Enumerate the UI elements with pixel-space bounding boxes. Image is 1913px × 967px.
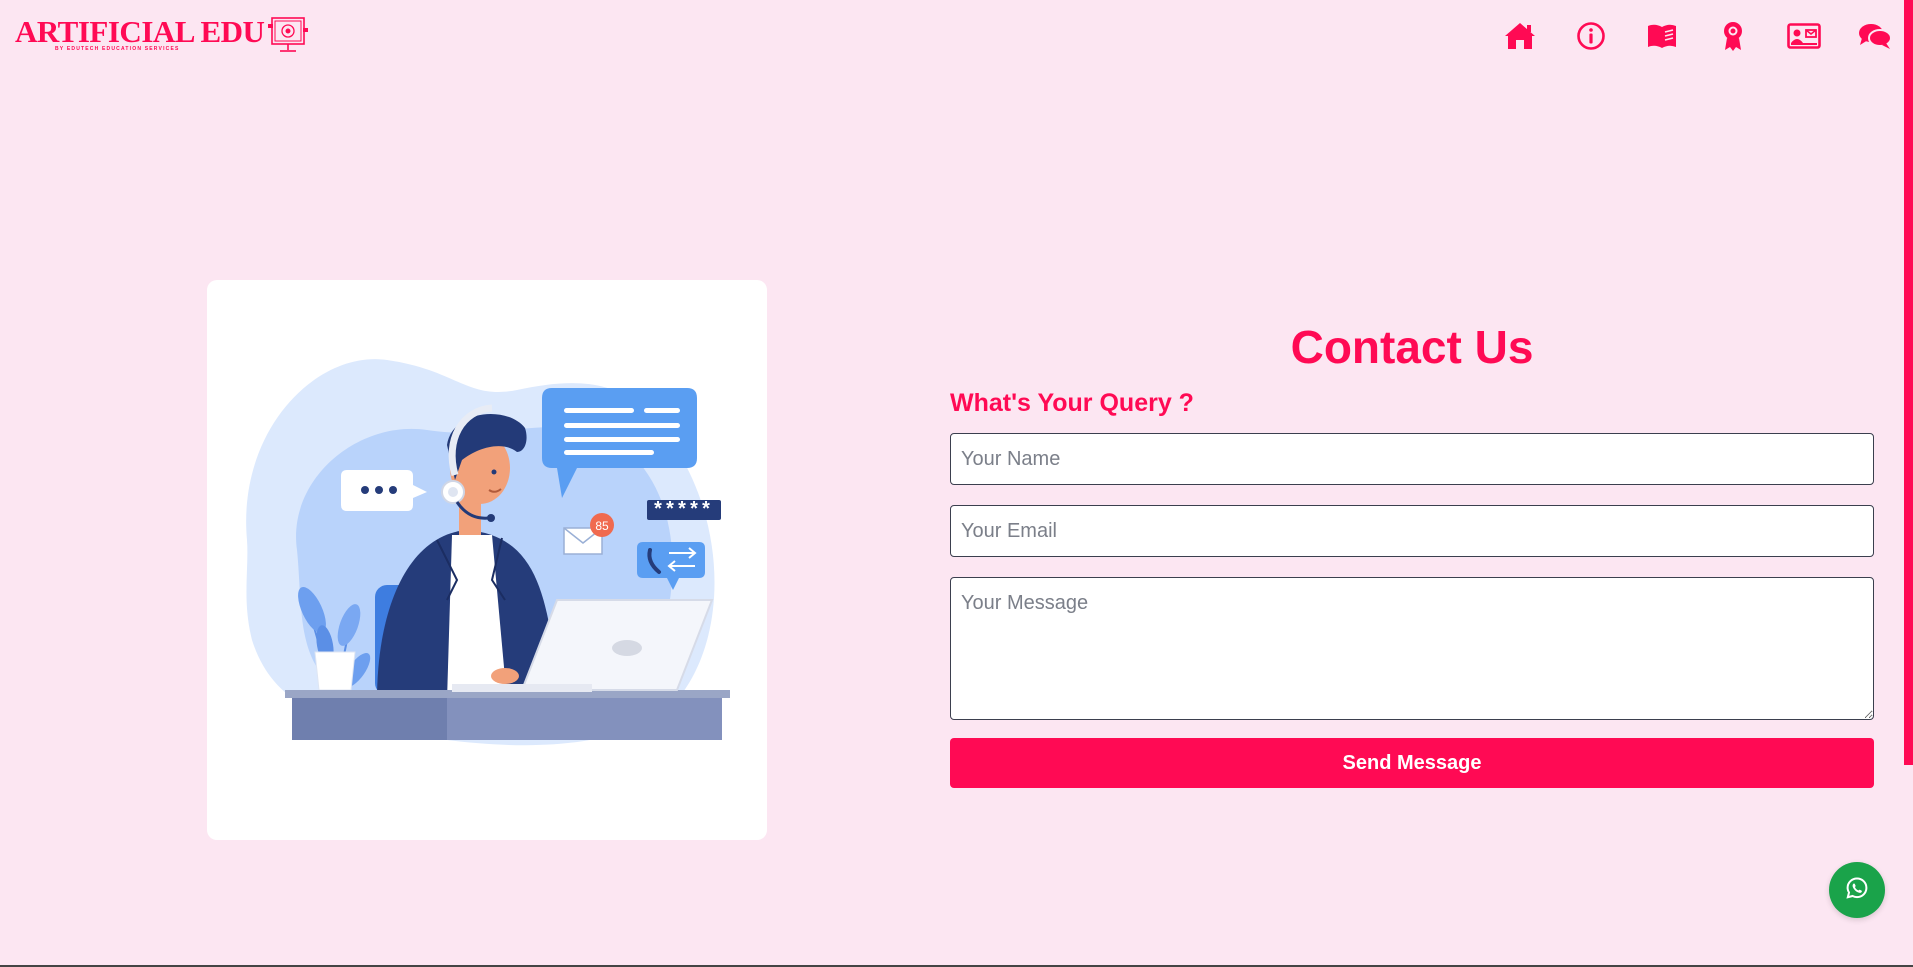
award-icon [1722,20,1744,52]
email-badge-count: 85 [595,519,609,533]
contact-form: Contact Us What's Your Query ? Send Mess… [950,318,1874,788]
contact-page: ARTIFICIAL EDU BY EDUTECH EDUCATION SERV… [0,0,1913,967]
book-icon [1646,22,1678,50]
nav-contact[interactable] [1786,18,1821,53]
right-edge-accent [1904,0,1913,765]
email-field[interactable] [950,505,1874,557]
customer-support-illustration: ***** 85 [246,359,730,746]
nav-courses[interactable] [1644,18,1679,53]
monitor-logo-icon [268,16,309,61]
whatsapp-icon [1845,876,1869,905]
nav-chat[interactable] [1857,18,1892,53]
page-title: Contact Us [1290,321,1534,373]
top-nav [1502,18,1892,53]
whatsapp-button[interactable] [1829,862,1885,918]
message-field[interactable] [950,577,1874,720]
form-subtitle: What's Your Query ? [950,389,1194,417]
name-field[interactable] [950,433,1874,485]
nav-home[interactable] [1502,18,1537,53]
logo-subtitle: BY EDUTECH EDUCATION SERVICES [55,46,180,52]
logo-title: ARTIFICIAL EDU [15,14,265,49]
nav-about[interactable] [1573,18,1608,53]
password-mask-text: ***** [652,500,712,523]
contact-card-icon [1786,22,1821,49]
home-icon [1503,21,1537,51]
support-illustration-card: ***** 85 [207,280,767,840]
brand-logo[interactable]: ARTIFICIAL EDU BY EDUTECH EDUCATION SERV… [15,14,309,61]
nav-achievements[interactable] [1715,18,1750,53]
info-icon [1576,21,1606,51]
send-message-button[interactable]: Send Message [950,738,1874,788]
chat-icon [1858,22,1892,50]
